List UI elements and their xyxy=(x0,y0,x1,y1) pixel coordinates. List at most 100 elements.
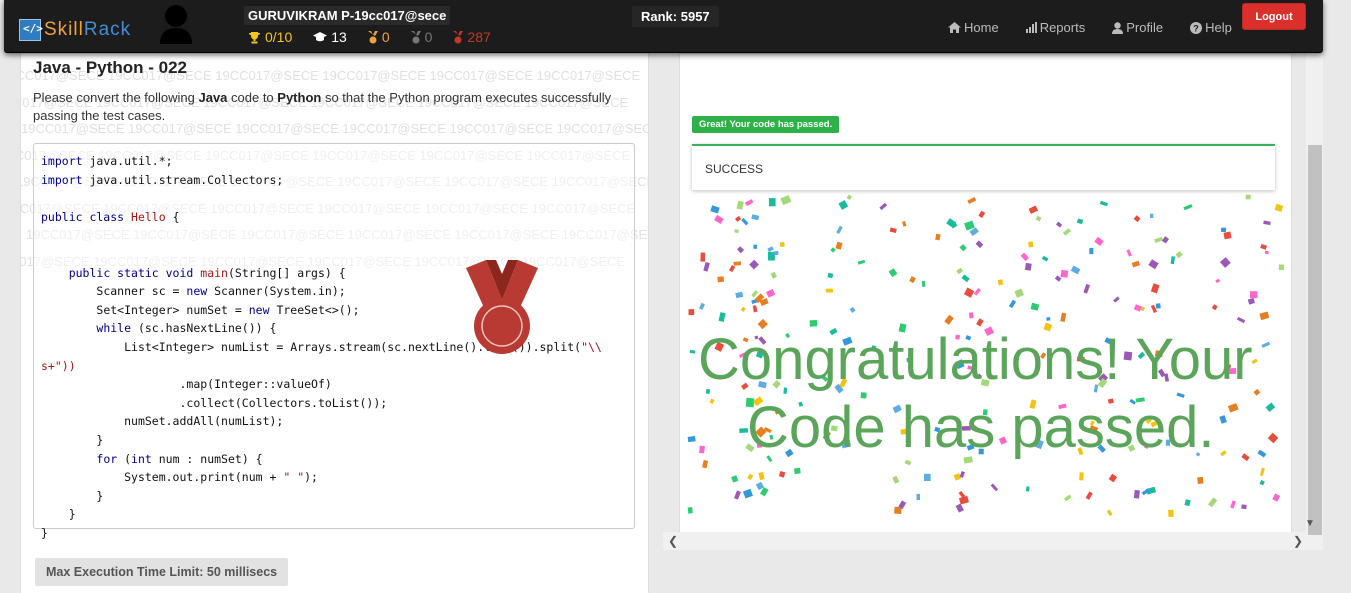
confetti-piece xyxy=(1094,236,1104,246)
passed-badge: Great! Your code has passed. xyxy=(692,116,840,133)
success-box: SUCCESS xyxy=(692,144,1275,190)
confetti-piece xyxy=(710,205,720,214)
confetti-piece xyxy=(1083,283,1091,294)
logo-suffix: Rack xyxy=(83,19,132,40)
confetti-piece xyxy=(1236,316,1246,324)
logout-button[interactable]: Logout xyxy=(1242,3,1306,30)
confetti-piece xyxy=(700,252,706,262)
confetti-piece xyxy=(1197,476,1204,485)
scroll-right-arrow-icon[interactable]: ❯ xyxy=(1293,534,1303,548)
vertical-scroll-thumb[interactable] xyxy=(1308,145,1322,535)
confetti-piece xyxy=(779,241,785,248)
confetti-piece xyxy=(1263,220,1271,226)
confetti-piece xyxy=(1089,247,1094,255)
confetti-piece xyxy=(1154,236,1164,243)
confetti-piece xyxy=(961,274,970,283)
avatar-icon[interactable] xyxy=(155,2,197,44)
confetti-piece xyxy=(944,314,954,325)
confetti-piece xyxy=(731,475,739,483)
confetti-piece xyxy=(964,220,975,231)
result-panel: Great! Your code has passed. SUCCESS Con… xyxy=(679,53,1292,534)
nav-profile[interactable]: Profile xyxy=(1112,20,1163,35)
confetti-piece xyxy=(768,198,776,207)
confetti-piece xyxy=(742,488,753,499)
confetti-piece xyxy=(767,246,774,253)
confetti-piece xyxy=(1085,491,1093,500)
confetti-piece xyxy=(1220,227,1227,233)
confetti-piece xyxy=(1259,467,1265,477)
confetti-piece xyxy=(1259,479,1265,486)
confetti-piece xyxy=(1215,278,1221,284)
confetti-piece xyxy=(1046,317,1051,321)
confetti-piece xyxy=(1064,494,1072,502)
confetti-piece xyxy=(1060,269,1069,278)
confetti-piece xyxy=(718,312,726,322)
confetti-piece xyxy=(1208,497,1218,508)
confetti-piece xyxy=(909,276,916,284)
problem-panel: 19CC017@SECE 19CC017@SECE 19CC017@SECE 1… xyxy=(20,53,649,593)
confetti-piece xyxy=(1131,260,1140,268)
gold-medal-icon xyxy=(367,30,378,43)
confetti-piece xyxy=(1041,255,1049,262)
confetti-piece xyxy=(1106,509,1113,517)
confetti-piece xyxy=(758,471,765,481)
confetti-piece xyxy=(857,259,866,265)
confetti-piece xyxy=(1150,213,1154,218)
confetti-piece xyxy=(688,309,695,316)
confetti-piece xyxy=(1030,302,1040,311)
confetti-piece xyxy=(752,305,758,313)
code-block: import java.util.*; import java.util.str… xyxy=(33,143,635,540)
confetti-piece xyxy=(753,244,758,249)
nav-profile-label: Profile xyxy=(1126,20,1164,35)
user-icon xyxy=(1112,21,1124,34)
confetti-piece xyxy=(888,268,898,278)
confetti-piece xyxy=(1170,256,1176,265)
scroll-down-arrow-icon[interactable]: ▼ xyxy=(1305,518,1315,529)
confetti-piece xyxy=(734,229,739,234)
confetti-piece xyxy=(953,473,962,481)
nav-reports[interactable]: Reports xyxy=(1025,20,1085,35)
horizontal-scrollbar[interactable] xyxy=(663,532,1306,550)
bronze-medal-icon xyxy=(453,30,464,43)
confetti-piece xyxy=(990,483,999,492)
home-icon xyxy=(948,22,961,33)
confetti-piece xyxy=(1024,262,1032,271)
confetti-piece xyxy=(780,194,792,206)
confetti-piece xyxy=(1099,200,1108,207)
nav-links: Home Reports Profile ? Help xyxy=(948,20,1259,35)
confetti-piece xyxy=(921,280,926,287)
confetti-piece xyxy=(1133,215,1141,223)
confetti-piece xyxy=(1035,215,1042,222)
trophy-count: 0/10 xyxy=(265,29,293,45)
logo-prefix: Skill xyxy=(44,19,84,40)
confetti-piece xyxy=(1161,236,1170,244)
nav-home-label: Home xyxy=(964,20,999,35)
congrats-line-1: Congratulations! Your xyxy=(698,327,1253,392)
nav-home[interactable]: Home xyxy=(948,20,999,35)
confetti-piece xyxy=(747,473,754,481)
nav-help-label: Help xyxy=(1205,20,1232,35)
confetti-piece xyxy=(1183,204,1193,211)
confetti-piece xyxy=(744,199,754,207)
confetti-piece xyxy=(1060,312,1067,323)
confetti-piece xyxy=(935,233,941,241)
nav-help[interactable]: ? Help xyxy=(1190,20,1232,35)
confetti-piece xyxy=(924,473,931,481)
confetti-piece xyxy=(1025,486,1030,492)
confetti-piece xyxy=(1175,251,1183,259)
confetti-piece xyxy=(1241,504,1247,510)
confetti-piece xyxy=(1070,265,1081,275)
confetti-piece xyxy=(879,202,888,211)
confetti-piece xyxy=(838,200,849,210)
skillrack-logo[interactable]: </> SkillRack xyxy=(19,18,131,42)
confetti-piece xyxy=(956,267,964,275)
confetti-piece xyxy=(703,262,710,272)
scroll-left-arrow-icon[interactable]: ❮ xyxy=(668,534,678,548)
confetti-piece xyxy=(959,244,967,252)
logo-icon: </> xyxy=(19,19,43,41)
confetti-piece xyxy=(1054,275,1062,282)
bronze-stat: 287 xyxy=(453,29,491,45)
svg-text:?: ? xyxy=(1193,23,1199,33)
confetti-piece xyxy=(687,436,696,443)
confetti-piece xyxy=(836,225,843,235)
